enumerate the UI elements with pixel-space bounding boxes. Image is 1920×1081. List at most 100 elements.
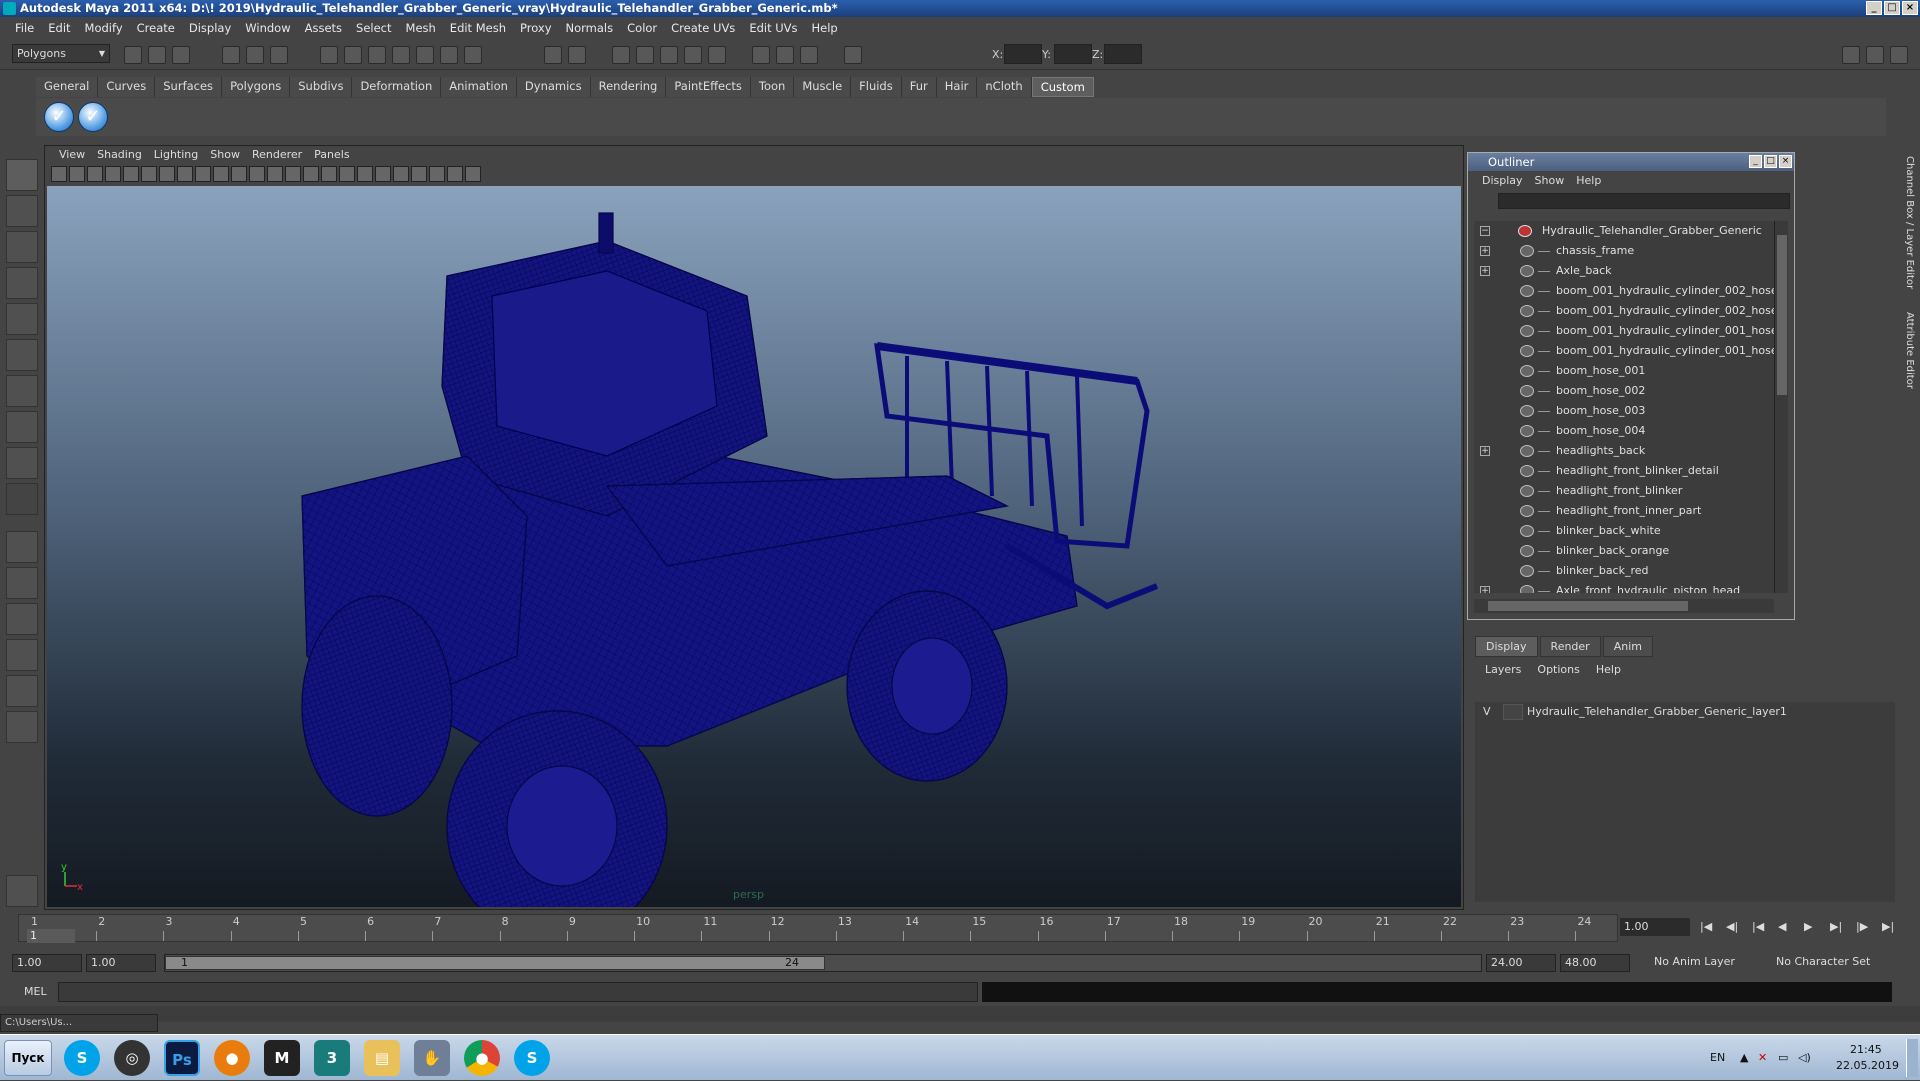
playback-end-field[interactable]: 24.00 — [1486, 954, 1556, 972]
select-hierarchy-icon[interactable] — [222, 46, 240, 64]
outliner-menu-show[interactable]: Show — [1529, 171, 1571, 191]
outliner-close-button[interactable]: × — [1779, 155, 1792, 168]
check-mark-icon[interactable]: ✓ — [44, 102, 74, 132]
render-frame-icon[interactable] — [568, 46, 586, 64]
command-language-label[interactable]: MEL — [24, 985, 47, 998]
default-light-icon[interactable] — [357, 166, 373, 182]
camera-select-icon[interactable] — [51, 166, 67, 182]
volume-icon[interactable]: ◁) — [1798, 1051, 1811, 1064]
shelf-tab-general[interactable]: General — [36, 77, 99, 97]
blender-icon[interactable]: ● — [214, 1040, 250, 1076]
layer-menu-options[interactable]: Options — [1529, 661, 1587, 678]
outliner-item[interactable]: boom_hose_003 — [1474, 401, 1774, 421]
outliner-item[interactable]: + chassis_frame — [1474, 241, 1774, 261]
outliner-minimize-button[interactable]: _ — [1749, 155, 1762, 168]
outliner-menu-display[interactable]: Display — [1476, 171, 1529, 191]
file-explorer-icon[interactable]: ▤ — [364, 1040, 400, 1076]
shelf-tab-deformation[interactable]: Deformation — [352, 77, 442, 97]
skype-icon[interactable]: S — [514, 1040, 550, 1076]
shelf-tab-ncloth[interactable]: nCloth — [977, 77, 1032, 97]
ipr-render-icon[interactable] — [612, 46, 630, 64]
shelf-tab-surfaces[interactable]: Surfaces — [155, 77, 223, 97]
shelf-tab-animation[interactable]: Animation — [441, 77, 517, 97]
last-tool-icon[interactable] — [6, 483, 38, 515]
step-back-key-icon[interactable]: ◀| — [1726, 920, 1740, 934]
menu-mesh[interactable]: Mesh — [399, 21, 443, 35]
xray-joints-icon[interactable] — [447, 166, 463, 182]
numeric-input-icon[interactable] — [844, 46, 862, 64]
outliner-item[interactable]: headlight_front_blinker_detail — [1474, 461, 1774, 481]
outliner-item[interactable]: blinker_back_red — [1474, 561, 1774, 581]
clock-date[interactable]: 22.05.2019 — [1836, 1059, 1899, 1072]
outliner-vertical-scrollbar[interactable] — [1774, 221, 1788, 593]
hypershade-persp-layout-icon[interactable] — [6, 675, 38, 707]
mel-input[interactable] — [58, 982, 978, 1002]
make-live-icon[interactable] — [416, 46, 434, 64]
hypershade-icon[interactable] — [660, 46, 678, 64]
move-tool-icon[interactable] — [6, 267, 38, 299]
field-chart-icon[interactable] — [231, 166, 247, 182]
isolate-select-icon[interactable] — [411, 166, 427, 182]
outliner-item[interactable]: boom_hose_004 — [1474, 421, 1774, 441]
outliner-root-item[interactable]: − Hydraulic_Telehandler_Grabber_Generic — [1474, 221, 1774, 241]
go-to-end-icon[interactable]: ▶| — [1882, 920, 1896, 934]
channel-box-tab[interactable]: Channel Box / Layer Editor — [1899, 156, 1915, 289]
grid-icon[interactable] — [159, 166, 175, 182]
range-handle[interactable] — [165, 956, 825, 970]
show-channel-box-icon[interactable] — [1890, 46, 1908, 64]
lasso-tool-icon[interactable] — [6, 195, 38, 227]
menu-set-dropdown[interactable]: Polygons — [12, 44, 110, 63]
layer-playback-toggle[interactable] — [1503, 704, 1523, 720]
wireframe-icon[interactable] — [285, 166, 301, 182]
viewport-menu-panels[interactable]: Panels — [308, 146, 355, 164]
soft-mod-tool-icon[interactable] — [6, 411, 38, 443]
film-gate-icon[interactable] — [177, 166, 193, 182]
collapse-icon[interactable]: − — [1480, 226, 1490, 236]
resolution-gate-icon[interactable] — [195, 166, 211, 182]
attribute-editor-tab[interactable]: Attribute Editor — [1899, 312, 1915, 389]
outliner-item[interactable]: + Axle_back — [1474, 261, 1774, 281]
language-indicator[interactable]: EN — [1710, 1051, 1725, 1064]
outliner-item[interactable]: boom_001_hydraulic_cylinder_001_hose_0 — [1474, 321, 1774, 341]
animation-start-field[interactable]: 1.00 — [12, 954, 82, 972]
playback-start-field[interactable]: 1.00 — [86, 954, 156, 972]
shelf-tab-hair[interactable]: Hair — [936, 77, 978, 97]
menu-proxy[interactable]: Proxy — [513, 21, 559, 35]
save-scene-icon[interactable] — [172, 46, 190, 64]
menu-color[interactable]: Color — [620, 21, 664, 35]
layer-row[interactable]: V Hydraulic_Telehandler_Grabber_Generic_… — [1475, 702, 1895, 722]
layer-tab-render[interactable]: Render — [1539, 636, 1601, 657]
shelf-tab-polygons[interactable]: Polygons — [222, 77, 291, 97]
select-object-icon[interactable] — [246, 46, 264, 64]
outliner-item[interactable]: blinker_back_white — [1474, 521, 1774, 541]
layer-tab-anim[interactable]: Anim — [1602, 636, 1653, 657]
safe-action-icon[interactable] — [249, 166, 265, 182]
shelf-tab-subdivs[interactable]: Subdivs — [290, 77, 353, 97]
four-view-layout-icon[interactable] — [6, 567, 38, 599]
outliner-menu-help[interactable]: Help — [1570, 171, 1607, 191]
shadows-icon[interactable] — [393, 166, 409, 182]
textured-icon[interactable] — [339, 166, 355, 182]
paint-select-tool-icon[interactable] — [6, 231, 38, 263]
outliner-filter-input[interactable] — [1498, 193, 1790, 209]
open-scene-icon[interactable] — [148, 46, 166, 64]
rotate-tool-icon[interactable] — [6, 303, 38, 335]
select-component-icon[interactable] — [270, 46, 288, 64]
check-mark-icon[interactable]: ✓ — [78, 102, 108, 132]
play-forward-icon[interactable]: ▶ — [1804, 920, 1818, 934]
menu-edit[interactable]: Edit — [41, 21, 77, 35]
maya-icon[interactable]: M — [264, 1040, 300, 1076]
expand-icon[interactable]: + — [1480, 446, 1490, 456]
safe-title-icon[interactable] — [267, 166, 283, 182]
new-scene-icon[interactable] — [124, 46, 142, 64]
shelf-tab-fluids[interactable]: Fluids — [851, 77, 902, 97]
graph-persp-layout-icon[interactable] — [6, 639, 38, 671]
current-frame-field[interactable]: 1.00 — [1620, 918, 1690, 936]
layer-menu-layers[interactable]: Layers — [1477, 661, 1529, 678]
snap-curve-icon[interactable] — [344, 46, 362, 64]
menu-create-uvs[interactable]: Create UVs — [664, 21, 742, 35]
construction-history-icon[interactable] — [544, 46, 562, 64]
outliner-item[interactable]: headlight_front_blinker — [1474, 481, 1774, 501]
menu-help[interactable]: Help — [805, 21, 845, 35]
layer-tab-display[interactable]: Display — [1475, 636, 1538, 657]
